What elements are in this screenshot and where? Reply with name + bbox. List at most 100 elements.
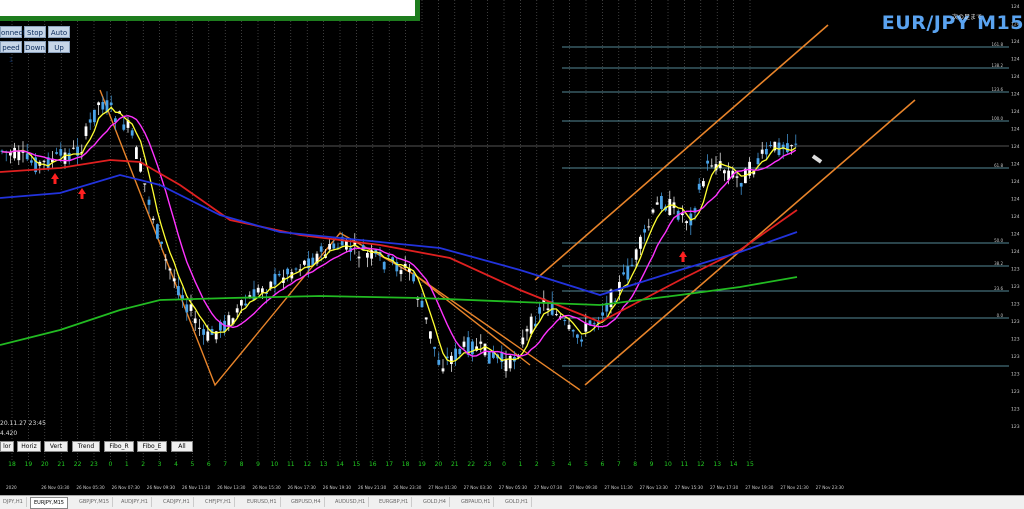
candle-body bbox=[17, 150, 21, 161]
candle-body bbox=[55, 152, 58, 154]
price-tick-label: 124 bbox=[1011, 57, 1020, 63]
candle-body bbox=[193, 318, 197, 324]
candle-body bbox=[303, 260, 306, 265]
candle-body bbox=[227, 315, 231, 327]
time-axis-label: 26 Nov 11:30 bbox=[182, 485, 211, 490]
price-tick-label: 124 bbox=[1011, 109, 1020, 115]
time-axis-label: 26 Nov 07:30 bbox=[112, 485, 141, 490]
candle-body bbox=[160, 241, 163, 244]
ma-green-line bbox=[0, 276, 798, 346]
price-tick-label: 123 bbox=[1011, 389, 1020, 395]
candle-body bbox=[508, 355, 512, 369]
price-tick-label: 123 bbox=[1011, 302, 1020, 308]
time-axis-label: 27 Nov 19:30 bbox=[745, 485, 774, 490]
hour-label: 10 bbox=[271, 461, 279, 468]
down-button[interactable]: Down bbox=[24, 41, 46, 53]
chart-tab[interactable]: GOLD,H4 bbox=[420, 497, 450, 507]
time-axis-label: 26 Nov 03:30 bbox=[41, 485, 70, 490]
price-tick-label: 124 bbox=[1011, 197, 1020, 203]
color-tool-button[interactable]: lor bbox=[0, 441, 14, 452]
trend-tool-button[interactable]: Trend bbox=[72, 441, 100, 452]
candle-body bbox=[399, 270, 403, 275]
hour-label: 5 bbox=[190, 461, 194, 468]
hour-label: 2 bbox=[141, 461, 145, 468]
fibo-e-tool-button[interactable]: Fibo_E bbox=[137, 441, 167, 452]
candle-body bbox=[424, 317, 428, 320]
chart-tab[interactable]: GBPJPY,M15 bbox=[76, 497, 114, 507]
auto-button[interactable]: Auto bbox=[48, 26, 70, 38]
hour-label: 14 bbox=[336, 461, 344, 468]
chart-tab[interactable]: EURUSD,H1 bbox=[244, 497, 281, 507]
price-tick-label: 124 bbox=[1011, 4, 1020, 10]
speed-button[interactable]: peed 1 bbox=[0, 41, 22, 64]
chart-tab[interactable]: EURJPY,M15 bbox=[30, 497, 68, 509]
candle-body bbox=[202, 329, 205, 335]
candle-body bbox=[277, 273, 281, 276]
hour-label: 13 bbox=[713, 461, 721, 468]
channel-upper-line bbox=[534, 24, 829, 281]
time-axis-label: 27 Nov 17:30 bbox=[710, 485, 739, 490]
candle-body bbox=[164, 259, 168, 261]
hour-label: 21 bbox=[451, 461, 459, 468]
candle-body bbox=[647, 226, 651, 228]
candle-body bbox=[483, 343, 487, 356]
horiz-tool-button[interactable]: Horiz bbox=[17, 441, 41, 452]
candle-body bbox=[450, 355, 453, 365]
candle-body bbox=[13, 147, 16, 159]
candle-body bbox=[529, 316, 533, 334]
chart-tab[interactable]: CADJPY,H1 bbox=[160, 497, 194, 507]
candle-body bbox=[412, 274, 415, 282]
candle-body bbox=[42, 160, 46, 162]
time-axis-label: 27 Nov 13:30 bbox=[640, 485, 669, 490]
candle-body bbox=[156, 224, 159, 239]
candle-body bbox=[294, 268, 298, 270]
chart-tab[interactable]: GBPUSD,H4 bbox=[288, 497, 325, 507]
candle-body bbox=[546, 308, 550, 311]
hour-label: 11 bbox=[287, 461, 295, 468]
hour-label: 12 bbox=[303, 461, 311, 468]
candle-body bbox=[130, 130, 134, 136]
next-bar-timer: 次の足まで bbox=[952, 14, 983, 21]
hour-label: 6 bbox=[600, 461, 604, 468]
candle-body bbox=[151, 218, 155, 221]
stop-button[interactable]: Stop bbox=[24, 26, 46, 38]
candle-body bbox=[794, 143, 798, 145]
chart-tab[interactable]: GBPAUD,H1 bbox=[458, 497, 495, 507]
all-tool-button[interactable]: All bbox=[171, 441, 193, 452]
candle-body bbox=[143, 183, 147, 185]
time-axis-label: 27 Nov 05:30 bbox=[499, 485, 528, 490]
candle-body bbox=[756, 158, 760, 165]
chart-tab[interactable]: EURGBP,H1 bbox=[376, 497, 413, 507]
price-chart[interactable]: 161.8 138.2 123.6 100.0 61.8 50.0 38.2 23.6 0.0 1… bbox=[0, 0, 1024, 495]
price-tick-label: 124 bbox=[1011, 92, 1020, 98]
chart-tab[interactable]: CHFJPY,H1 bbox=[202, 497, 236, 507]
info-panel bbox=[0, 0, 420, 21]
hour-label: 23 bbox=[484, 461, 492, 468]
candle-body bbox=[454, 348, 457, 360]
buy-arrow-icon bbox=[51, 173, 59, 184]
candle-body bbox=[538, 307, 541, 314]
chart-tab[interactable]: AUDUSD,H1 bbox=[332, 497, 370, 507]
connect-button[interactable]: onnect bbox=[0, 26, 25, 38]
chart-tab[interactable]: AUDJPY,H1 bbox=[118, 497, 152, 507]
up-button[interactable]: Up bbox=[48, 41, 70, 53]
candle-body bbox=[181, 295, 184, 299]
buy-arrow-icon bbox=[679, 251, 687, 262]
candle-body bbox=[235, 308, 239, 313]
hour-label: 6 bbox=[207, 461, 211, 468]
fib-label: 138.2 bbox=[992, 63, 1004, 68]
vert-tool-button[interactable]: Vert bbox=[44, 441, 68, 452]
fibo-r-tool-button[interactable]: Fibo_R bbox=[104, 441, 134, 452]
candle-body bbox=[168, 268, 172, 271]
candle-body bbox=[462, 341, 466, 347]
fib-label: 161.8 bbox=[992, 42, 1004, 47]
candle-body bbox=[185, 304, 189, 313]
candle-body bbox=[420, 300, 424, 308]
pencil-cursor-icon bbox=[811, 154, 823, 164]
candle-body bbox=[622, 272, 625, 275]
chart-tab[interactable]: DJPY,H1 bbox=[0, 497, 27, 507]
candle-body bbox=[685, 221, 688, 224]
time-axis-label: 26 Nov 17:30 bbox=[288, 485, 317, 490]
chart-tab[interactable]: GOLD,H1 bbox=[502, 497, 532, 507]
candle-body bbox=[357, 256, 361, 259]
